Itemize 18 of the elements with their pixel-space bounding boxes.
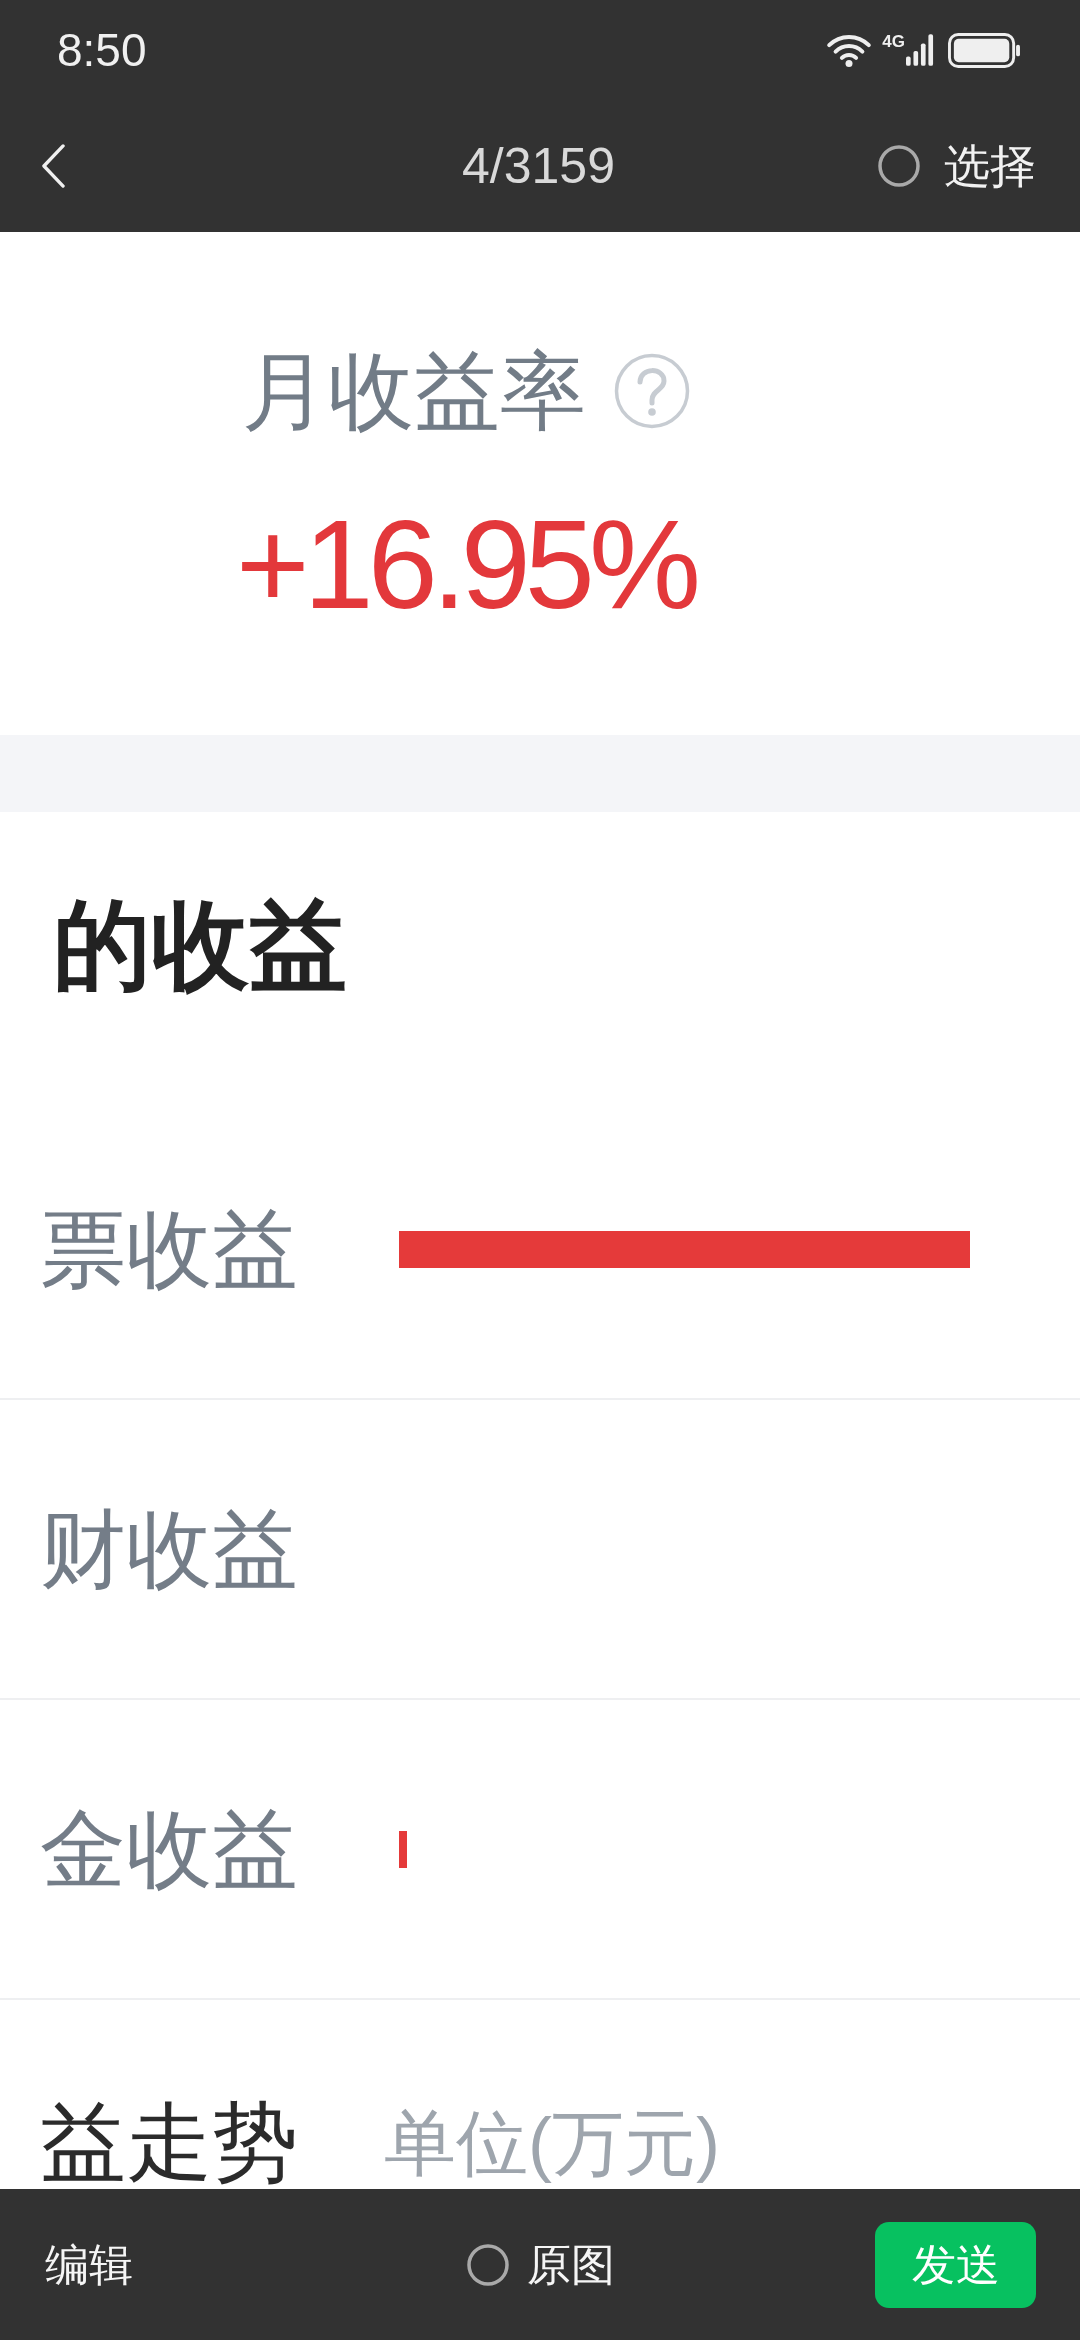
original-button[interactable]: 原图 bbox=[466, 2242, 615, 2287]
income-label: 财收益 bbox=[40, 1506, 298, 1592]
rate-label: 月收益率 bbox=[242, 348, 586, 434]
section-title: 的收益 bbox=[53, 890, 347, 1000]
wifi-icon bbox=[826, 33, 873, 67]
back-icon[interactable] bbox=[41, 144, 66, 188]
battery-icon bbox=[948, 32, 1020, 68]
network-type: 4G bbox=[882, 32, 905, 50]
select-button[interactable]: 选择 bbox=[878, 143, 1036, 189]
income-label: 票收益 bbox=[40, 1206, 298, 1292]
trend-title: 益走势 bbox=[40, 2099, 298, 2185]
rate-value: +16.95% bbox=[236, 502, 695, 628]
edit-button[interactable]: 编辑 bbox=[45, 2242, 133, 2287]
image-counter: 4/3159 bbox=[462, 141, 615, 191]
income-bar bbox=[399, 1830, 407, 1868]
income-label: 金收益 bbox=[40, 1806, 298, 1892]
status-time: 8:50 bbox=[57, 27, 147, 73]
signal-icon bbox=[906, 34, 934, 66]
